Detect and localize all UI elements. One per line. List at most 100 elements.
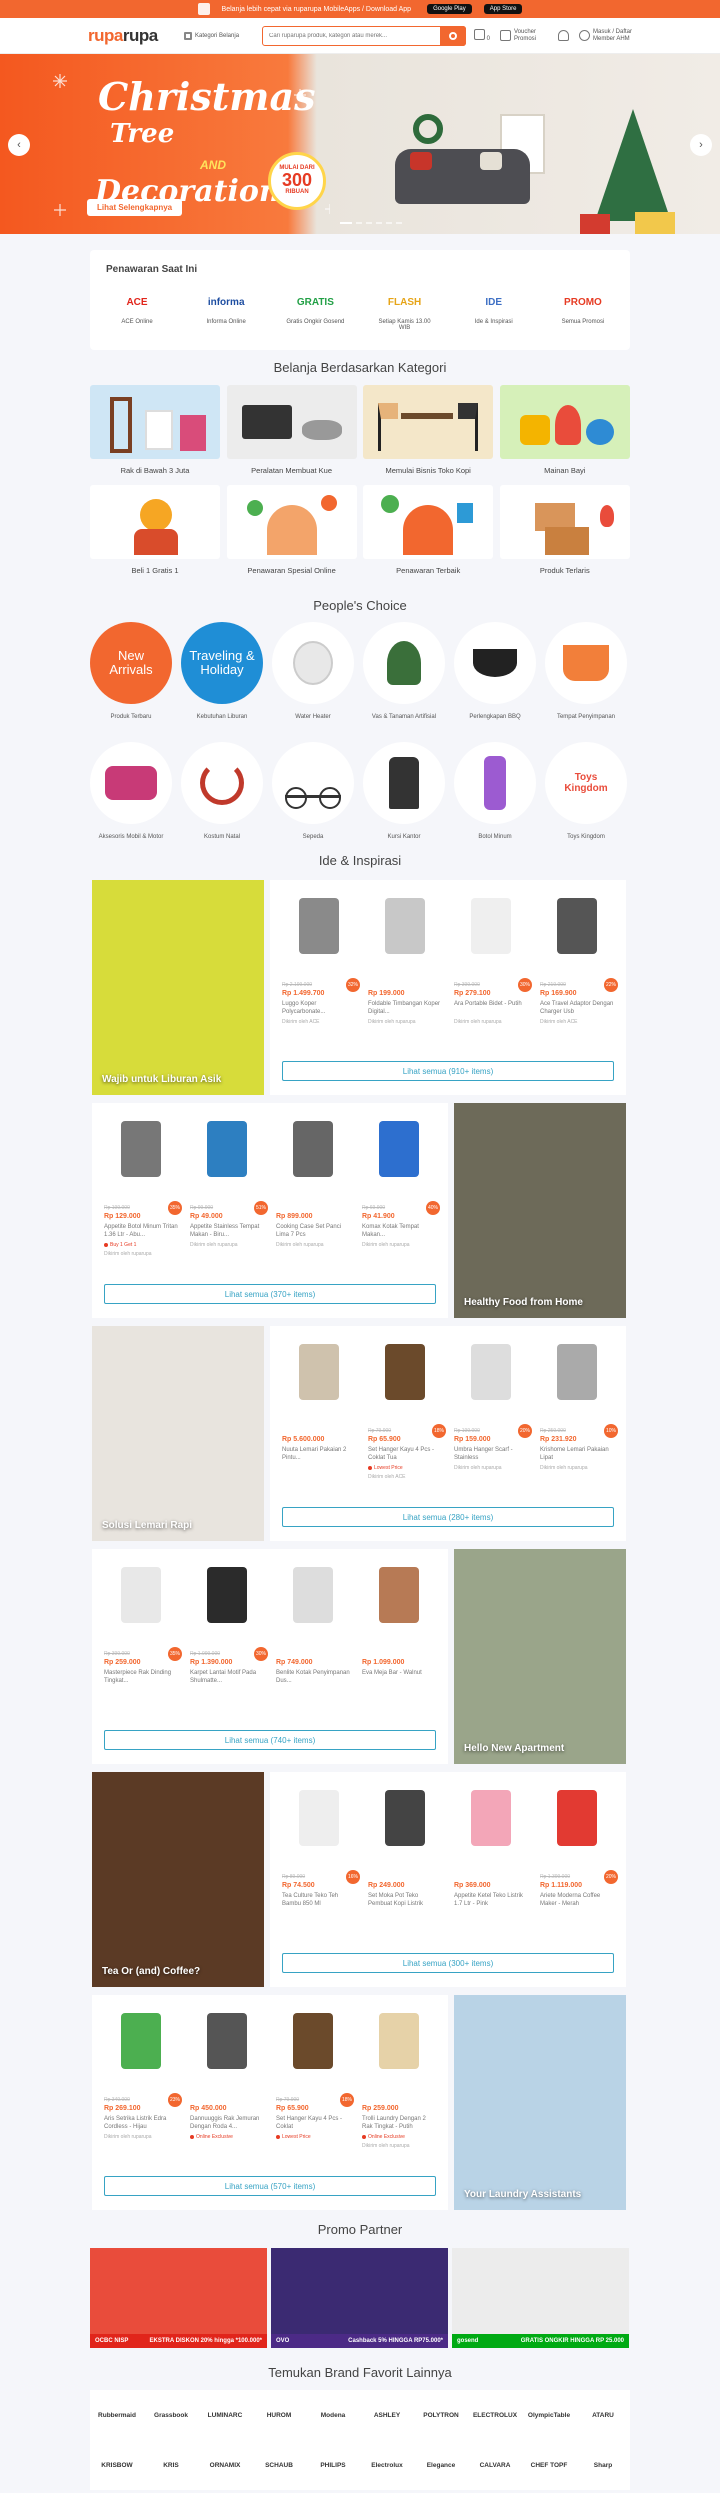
hero-banner[interactable]: Christmas Tree AND Decorations MULAI DAR… <box>0 54 720 234</box>
brand-logo[interactable]: OlympicTable <box>528 2412 570 2419</box>
peoples-choice-item[interactable]: Aksesoris Mobil & Motor <box>90 742 172 840</box>
peoples-choice-item[interactable]: Sepeda <box>272 742 354 840</box>
see-all-button[interactable]: Lihat semua (370+ items) <box>104 1284 436 1304</box>
product-card[interactable]: 30% Rp 399.000 Rp 279.100 Ara Portable Bide… <box>454 890 532 1025</box>
product-card[interactable]: Rp 749.000 Benlite Kotak Penyimpanan Dus.… <box>276 1559 350 1685</box>
brand-logo[interactable]: HUROM <box>267 2412 292 2419</box>
category-card[interactable]: Produk Terlaris <box>499 485 630 581</box>
category-card[interactable]: Penawaran Spesial Online <box>226 485 357 581</box>
category-card[interactable]: Beli 1 Gratis 1 <box>90 485 220 581</box>
offer-item[interactable]: IDE Ide & Inspirasi <box>463 291 525 331</box>
brand-logo[interactable]: ELECTROLUX <box>473 2412 517 2419</box>
brand-logo[interactable]: POLYTRON <box>423 2412 459 2419</box>
carousel-dot[interactable] <box>356 222 362 224</box>
account-button[interactable]: Masuk / Daftar Member AHM <box>578 29 632 43</box>
product-card[interactable]: Rp 259.000 Trolli Laundry Dengan 2 Rak Ti… <box>362 2005 436 2149</box>
app-download-text[interactable]: Belanja lebih cepat via ruparupa MobileA… <box>222 6 412 13</box>
offer-item[interactable]: FLASH Setiap Kamis 13.00 WIB <box>374 291 436 332</box>
search-input[interactable] <box>269 32 440 39</box>
promo-card[interactable]: gosend GRATIS ONGKIR HINGGA RP 25.000 <box>452 2248 629 2348</box>
peoples-choice-item[interactable]: Vas & Tanaman Artifisial <box>363 622 445 720</box>
category-card[interactable]: Mainan Bayi <box>499 385 630 481</box>
peoples-choice-item[interactable]: Water Heater <box>272 622 354 720</box>
brand-logo[interactable]: Electrolux <box>371 2462 402 2469</box>
brand-logo[interactable]: LUMINARC <box>208 2412 243 2419</box>
brand-logo[interactable]: Sharp <box>594 2462 612 2469</box>
see-all-button[interactable]: Lihat semua (300+ items) <box>282 1953 614 1973</box>
peoples-choice-item[interactable]: Tempat Penyimpanan <box>545 622 627 720</box>
idea-image[interactable]: Solusi Lemari Rapi <box>92 1326 264 1541</box>
peoples-choice-item[interactable]: New Arrivals Produk Terbaru <box>90 622 172 720</box>
offer-item[interactable]: informa Informa Online <box>195 291 257 331</box>
see-all-button[interactable]: Lihat semua (280+ items) <box>282 1507 614 1527</box>
peoples-choice-item[interactable]: Kursi Kantor <box>363 742 445 840</box>
product-card[interactable]: Rp 369.000 Appetite Ketel Teko Listrik 1.… <box>454 1782 528 1908</box>
product-card[interactable]: Rp 199.000 Foldable Timbangan Koper Digit… <box>368 890 442 1025</box>
brand-logo[interactable]: Elegance <box>427 2462 456 2469</box>
product-card[interactable]: 51% Rp 99.900 Rp 49.000 Appetite Stainless … <box>190 1113 268 1257</box>
brand-logo[interactable]: KRIS <box>163 2462 179 2469</box>
see-all-button[interactable]: Lihat semua (910+ items) <box>282 1061 614 1081</box>
carousel-dot[interactable] <box>386 222 392 224</box>
peoples-choice-item[interactable]: Traveling & Holiday Kebutuhan Liburan <box>181 622 263 720</box>
idea-image[interactable]: Tea Or (and) Coffee? <box>92 1772 264 1987</box>
peoples-choice-item[interactable]: Botol Minum <box>454 742 536 840</box>
brand-logo[interactable]: SCHAUB <box>265 2462 293 2469</box>
product-card[interactable]: 20% Rp 199.000 Rp 159.000 Umbra Hanger Scar… <box>454 1336 532 1480</box>
product-card[interactable]: Rp 899.000 Cooking Case Set Panci Lima 7 … <box>276 1113 350 1257</box>
category-menu-button[interactable]: Kategori Belanja <box>184 31 254 40</box>
product-card[interactable]: 16% Rp 89.000 Rp 74.500 Tea Culture Teko Te… <box>282 1782 360 1908</box>
hero-cta-button[interactable]: Lihat Selengkapnya <box>87 199 183 216</box>
cart-button[interactable]: 0 <box>473 29 490 42</box>
product-card[interactable]: 10% Rp 259.000 Rp 231.920 Krishome Lemari P… <box>540 1336 618 1480</box>
peoples-choice-item[interactable]: Kostum Natal <box>181 742 263 840</box>
carousel-dot[interactable] <box>396 222 402 224</box>
product-card[interactable]: 22% Rp 219.000 Rp 169.900 Ace Travel Adapto… <box>540 890 618 1025</box>
offer-item[interactable]: ACE ACE Online <box>106 291 168 331</box>
brand-logo[interactable]: Grassbook <box>154 2412 188 2419</box>
product-card[interactable]: 18% Rp 79.900 Rp 65.900 Set Hanger Kayu 4 P… <box>368 1336 446 1480</box>
category-card[interactable]: Memulai Bisnis Toko Kopi <box>363 385 494 481</box>
idea-image[interactable]: Hello New Apartment <box>454 1549 626 1764</box>
promo-card[interactable]: OVO Cashback 5% HINGGA RP75.000* <box>271 2248 448 2348</box>
category-card[interactable]: Peralatan Membuat Kue <box>226 385 357 481</box>
search-button[interactable] <box>439 25 466 46</box>
offer-item[interactable]: GRATIS Gratis Ongkir Gosend <box>284 291 346 331</box>
peoples-choice-item[interactable]: Perlengkapan BBQ <box>454 622 536 720</box>
product-card[interactable]: 20% Rp 1.399.000 Rp 1.119.000 Ariete Modern… <box>540 1782 618 1908</box>
brand-logo[interactable]: ORNAMIX <box>210 2462 241 2469</box>
product-card[interactable]: 32% Rp 2.199.000 Rp 1.499.700 Luggo Koper P… <box>282 890 360 1025</box>
product-card[interactable]: 40% Rp 69.900 Rp 41.900 Komax Kotak Tempat … <box>362 1113 440 1257</box>
idea-image[interactable]: Wajib untuk Liburan Asik <box>92 880 264 1095</box>
idea-image[interactable]: Your Laundry Assistants <box>454 1995 626 2210</box>
brand-logo[interactable]: CHEF TOPF <box>531 2462 568 2469</box>
notification-bell-icon[interactable] <box>557 30 569 41</box>
category-card[interactable]: Rak di Bawah 3 Juta <box>90 385 220 481</box>
product-card[interactable]: 35% Rp 199.000 Rp 129.000 Appetite Botol Mi… <box>104 1113 182 1257</box>
voucher-button[interactable]: Voucher Promosi <box>499 29 548 43</box>
hero-prev-arrow[interactable]: ‹ <box>8 134 30 156</box>
see-all-button[interactable]: Lihat semua (740+ items) <box>104 1730 436 1750</box>
product-card[interactable]: Rp 1.099.000 Eva Meja Bar - Walnut <box>362 1559 436 1685</box>
promo-card[interactable]: OCBC NISP EKSTRA DISKON 20% hingga *100.0… <box>90 2248 267 2348</box>
brand-logo[interactable]: ATARU <box>592 2412 614 2419</box>
product-card[interactable]: 35% Rp 399.000 Rp 259.000 Masterpiece Rak D… <box>104 1559 182 1685</box>
brand-logo[interactable]: KRISBOW <box>101 2462 132 2469</box>
product-card[interactable]: Rp 450.000 Dannuuggis Rak Jemuran Dengan … <box>190 2005 264 2149</box>
peoples-choice-item[interactable]: Toys Kingdom Toys Kingdom <box>545 742 627 840</box>
brand-logo[interactable]: Rubbermaid <box>98 2412 136 2419</box>
offer-item[interactable]: PROMO Semua Promosi <box>552 291 614 331</box>
brand-logo[interactable]: PHILIPS <box>320 2462 345 2469</box>
idea-image[interactable]: Healthy Food from Home <box>454 1103 626 1318</box>
carousel-dot[interactable] <box>366 222 372 224</box>
product-card[interactable]: Rp 5.600.000 Nuuta Lemari Pakaian 2 Pintu… <box>282 1336 356 1480</box>
app-store-button[interactable]: App Store <box>483 4 523 14</box>
ruparupa-logo[interactable]: ruparupa <box>88 26 176 46</box>
brand-logo[interactable]: Modena <box>321 2412 346 2419</box>
brand-logo[interactable]: CALVARA <box>480 2462 511 2469</box>
hero-next-arrow[interactable]: › <box>690 134 712 156</box>
product-card[interactable]: 18% Rp 79.900 Rp 65.900 Set Hanger Kayu 4 P… <box>276 2005 354 2149</box>
brand-logo[interactable]: ASHLEY <box>374 2412 400 2419</box>
see-all-button[interactable]: Lihat semua (570+ items) <box>104 2176 436 2196</box>
product-card[interactable]: 30% Rp 1.999.000 Rp 1.390.000 Karpet Lantai… <box>190 1559 268 1685</box>
